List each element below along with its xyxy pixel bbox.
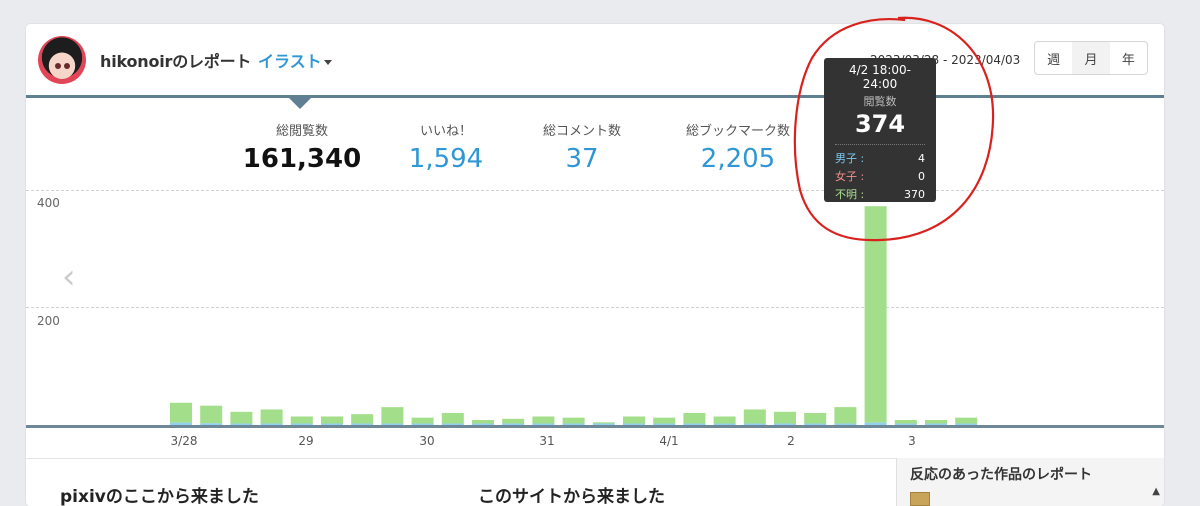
work-type-dropdown[interactable]: イラスト — [258, 48, 332, 72]
chart-tooltip: 4/2 18:00-24:00 閲覧数 374 男子 : 4 女子 : 0 不明… — [824, 58, 936, 202]
scroll-up-icon[interactable]: ▲ — [1152, 486, 1160, 497]
bar-unknown[interactable] — [592, 422, 615, 424]
work-type-label: イラスト — [258, 52, 322, 71]
work-thumbnail[interactable] — [910, 492, 930, 506]
bar-unknown[interactable] — [290, 416, 313, 424]
bar-unknown[interactable] — [713, 416, 736, 424]
bar-unknown[interactable] — [743, 409, 766, 424]
stat-total-views[interactable]: 総閲覧数 161,340 — [222, 120, 382, 174]
period-week-button[interactable]: 週 — [1035, 42, 1072, 74]
bar-unknown[interactable] — [925, 419, 947, 424]
views-chart: 400 200 ‹ 3/28 29 30 31 4/1 2 3 — [26, 184, 1164, 454]
bar-unknown[interactable] — [532, 416, 555, 424]
bar-unknown[interactable] — [200, 405, 223, 424]
x-tick-label: 31 — [539, 434, 555, 448]
bar-unknown[interactable] — [472, 419, 494, 424]
x-tick-label: 3 — [908, 434, 916, 448]
user-avatar[interactable] — [38, 36, 86, 84]
tooltip-row-label: 不明 : — [835, 188, 865, 201]
bar-plot — [170, 206, 978, 425]
report-title: hikonoirのレポート — [100, 52, 252, 71]
x-tick-label: 30 — [419, 434, 435, 448]
stat-value: 37 — [565, 144, 599, 174]
active-stat-pointer — [289, 98, 311, 109]
tooltip-row-value: 370 — [904, 188, 925, 201]
period-selector: 週 月 年 — [1034, 41, 1148, 75]
x-tick-label: 29 — [298, 434, 314, 448]
period-year-button[interactable]: 年 — [1110, 42, 1147, 74]
avatar-eye-right — [64, 63, 70, 69]
tooltip-row-value: 4 — [918, 152, 925, 165]
stat-value: 2,205 — [700, 144, 776, 174]
bar-unknown[interactable] — [683, 412, 706, 424]
tooltip-value: 374 — [854, 110, 906, 138]
tooltip-row-label: 女子 : — [835, 170, 865, 183]
reacted-works-title: 反応のあった作品のレポート — [910, 467, 1092, 483]
stat-value: 161,340 — [242, 144, 362, 174]
bar-unknown[interactable] — [260, 409, 283, 424]
stat-label: 総閲覧数 — [275, 124, 328, 139]
caret-down-icon — [323, 60, 332, 65]
avatar-eye-left — [55, 63, 61, 69]
bar-unknown[interactable] — [230, 411, 253, 424]
x-tick-label: 2 — [787, 434, 795, 448]
x-tick-label: 3/28 — [170, 434, 198, 448]
tooltip-row-female: 女子 : 0 — [835, 168, 925, 186]
bar-unknown[interactable] — [623, 416, 645, 424]
bar-unknown[interactable] — [562, 417, 585, 424]
x-tick-label: 4/1 — [659, 434, 679, 448]
tooltip-label: 閲覧数 — [863, 95, 897, 108]
stat-comments[interactable]: 総コメント数 37 — [502, 120, 662, 174]
bar-unknown[interactable] — [170, 402, 192, 423]
bar-unknown[interactable] — [955, 417, 978, 424]
bar-unknown[interactable] — [411, 417, 434, 424]
header-divider — [26, 95, 1164, 98]
tooltip-row-value: 0 — [918, 170, 925, 183]
tooltip-row-label: 男子 : — [835, 152, 865, 165]
tooltip-row-male: 男子 : 4 — [835, 150, 925, 168]
tooltip-time: 4/2 18:00-24:00 — [848, 63, 912, 91]
bar-unknown[interactable] — [321, 416, 343, 424]
bar-unknown[interactable] — [894, 419, 917, 424]
stat-label: 総ブックマーク数 — [685, 124, 790, 139]
bar-unknown[interactable] — [351, 414, 374, 424]
report-header: hikonoirのレポート イラスト 2023/03/28 - 2023/04/… — [26, 24, 1164, 96]
bar-unknown[interactable] — [834, 407, 857, 424]
bar-unknown[interactable] — [804, 412, 827, 424]
report-card: hikonoirのレポート イラスト 2023/03/28 - 2023/04/… — [26, 24, 1164, 506]
bar-unknown[interactable] — [653, 417, 676, 424]
chart-baseline — [26, 425, 1164, 428]
period-month-button[interactable]: 月 — [1072, 42, 1110, 74]
stat-bookmarks[interactable]: 総ブックマーク数 2,205 — [658, 120, 818, 174]
bar-unknown[interactable] — [774, 411, 796, 424]
tooltip-row-unknown: 不明 : 370 — [835, 186, 925, 204]
site-referrer-title: このサイトから来ました — [478, 487, 665, 506]
bar-unknown[interactable] — [864, 206, 887, 423]
bar-unknown[interactable] — [381, 407, 404, 424]
reacted-works-panel: 反応のあった作品のレポート ▲ — [896, 458, 1164, 506]
bar-unknown[interactable] — [502, 418, 525, 424]
bar-unknown[interactable] — [441, 412, 464, 424]
stat-label: 総コメント数 — [542, 124, 621, 139]
tooltip-separator — [835, 144, 925, 145]
pixiv-referrer-title: pixivのここから来ました — [60, 487, 259, 506]
